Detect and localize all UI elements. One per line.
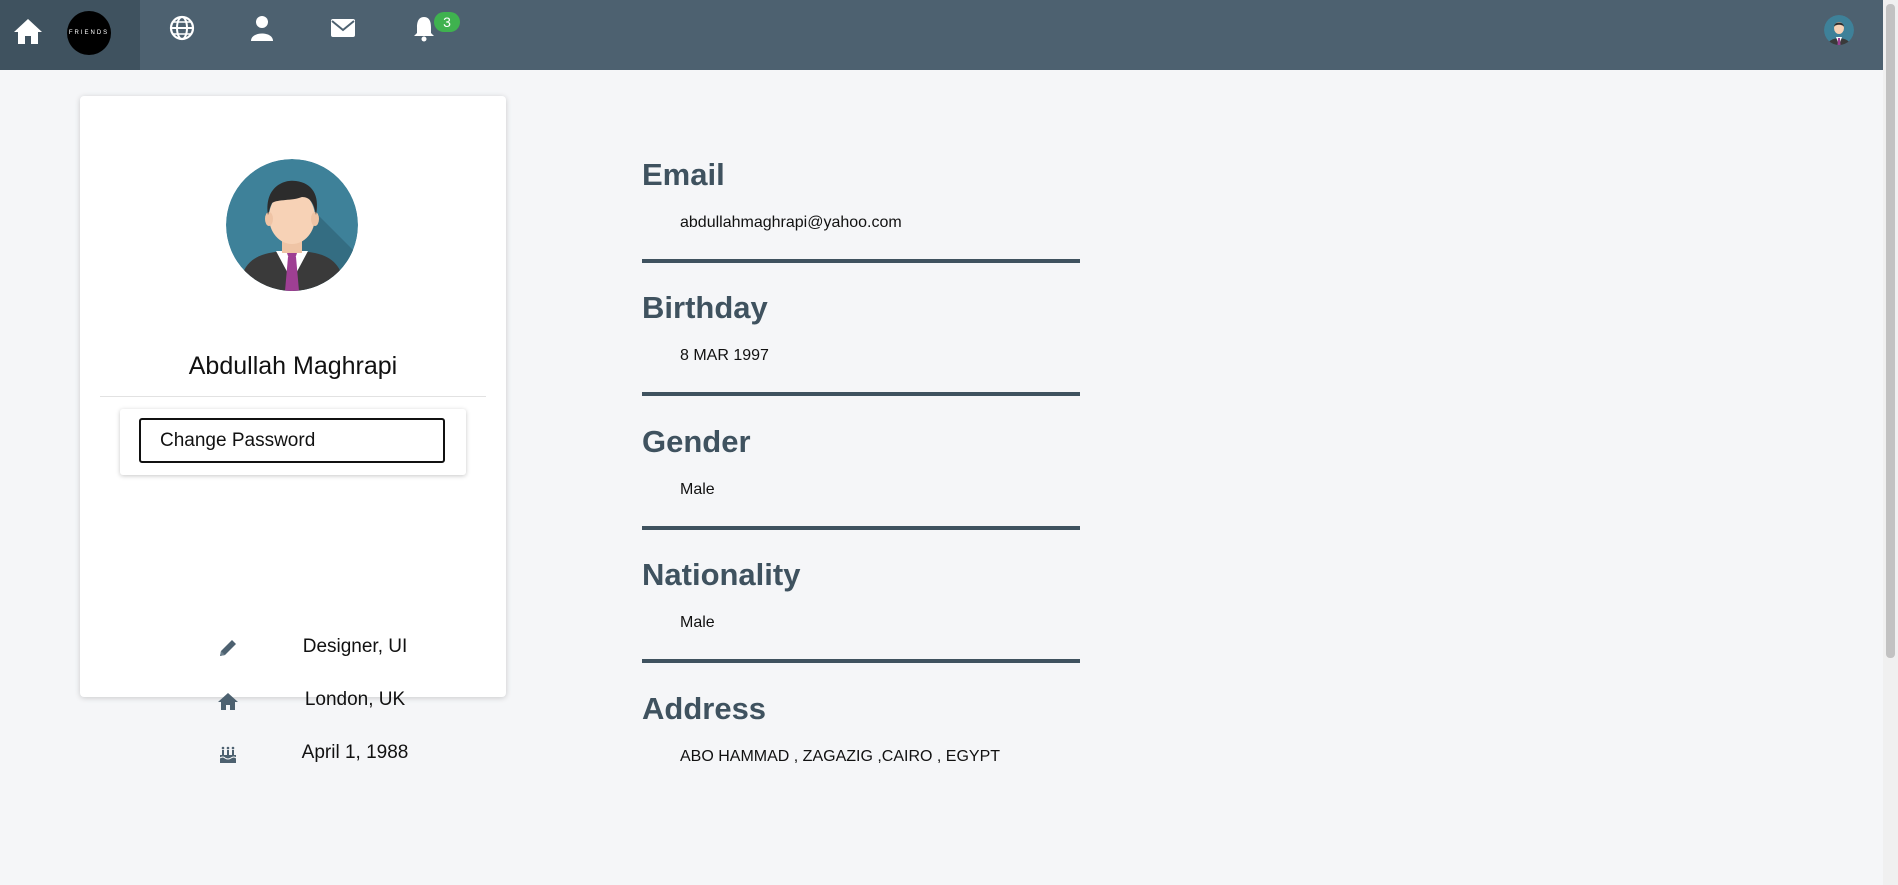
divider	[642, 526, 1080, 530]
detail-label: Birthday	[642, 290, 768, 325]
user-icon[interactable]	[248, 14, 276, 42]
detail-value: Male	[680, 481, 715, 498]
divider	[642, 392, 1080, 396]
detail-value: ABO HAMMAD , ZAGAZIG ,CAIRO , EGYPT	[680, 748, 1001, 765]
divider	[642, 259, 1080, 263]
info-row-location: London, UK	[80, 686, 506, 716]
pencil-icon	[217, 637, 239, 659]
detail-label: Address	[642, 691, 767, 726]
detail-label: Gender	[642, 424, 751, 459]
brand-logo[interactable]: FRIENDS	[67, 11, 111, 55]
brand-block: FRIENDS	[0, 0, 140, 70]
home-icon	[217, 690, 239, 712]
info-row-birthday: April 1, 1988	[80, 739, 506, 769]
location-text: London, UK	[304, 689, 406, 710]
detail-label: Email	[642, 157, 725, 192]
birthday-text: April 1, 1988	[301, 742, 409, 763]
profile-name: Abdullah Maghrapi	[188, 352, 398, 380]
birthday-cake-icon	[217, 743, 239, 765]
detail-value: Male	[680, 614, 715, 631]
change-password-button[interactable]: Change Password	[139, 418, 445, 463]
scrollbar-thumb[interactable]	[1886, 4, 1895, 658]
job-title: Designer, UI	[302, 636, 408, 657]
divider	[642, 659, 1080, 663]
detail-label: Nationality	[642, 557, 801, 592]
user-avatar[interactable]	[1824, 15, 1854, 45]
envelope-icon[interactable]	[329, 14, 357, 42]
info-row-job: Designer, UI	[80, 633, 506, 663]
home-icon[interactable]	[12, 15, 44, 47]
top-navbar: FRIENDS 3	[0, 0, 1898, 70]
change-password-container: Change Password	[120, 409, 466, 475]
detail-value: abdullahmaghrapi@yahoo.com	[680, 214, 902, 231]
profile-card: Abdullah Maghrapi Change Password Design…	[80, 96, 506, 763]
globe-icon[interactable]	[168, 14, 196, 42]
divider	[100, 396, 486, 397]
notification-badge: 3	[434, 12, 460, 32]
detail-value: 8 MAR 1997	[680, 347, 769, 364]
profile-avatar	[226, 159, 358, 291]
